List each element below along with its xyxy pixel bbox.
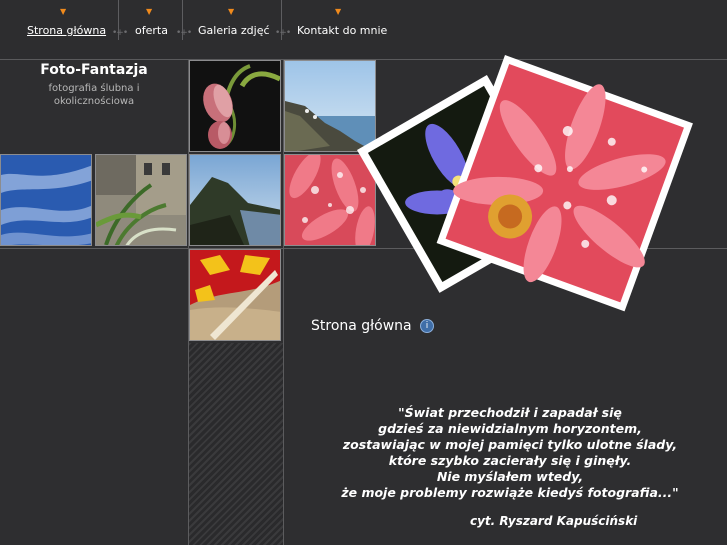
tagline-line: fotografia ślubna i bbox=[48, 83, 140, 94]
nav-item-offer[interactable]: oferta bbox=[135, 24, 168, 37]
nav-item-contact[interactable]: Kontakt do mnie bbox=[297, 24, 387, 37]
brand-block: Foto-Fantazja fotografia ślubna i okolic… bbox=[0, 60, 188, 153]
tagline-line: okolicznościowa bbox=[53, 96, 135, 107]
nav-item-gallery[interactable]: Galeria zdjęć bbox=[198, 24, 270, 37]
decorative-stripe-panel bbox=[189, 343, 283, 545]
chevron-down-icon: ▼ bbox=[60, 7, 67, 16]
nav-divider-dots: •+• bbox=[112, 28, 128, 38]
quote-line: gdzieś za niewidzialnym horyzontem, bbox=[378, 421, 642, 436]
town-photo bbox=[96, 155, 186, 245]
feature-photo-collage bbox=[355, 55, 727, 315]
quote-line: które szybko zacierały się i ginęły. bbox=[388, 453, 632, 468]
top-navigation: ▼ Strona główna •+• ▼ oferta •+• ▼ Galer… bbox=[0, 0, 727, 60]
chevron-down-icon: ▼ bbox=[335, 7, 342, 16]
sky-photo bbox=[1, 155, 91, 245]
nav-divider-dots: •+• bbox=[275, 28, 291, 38]
quote-block: "Świat przechodził i zapadał się gdzieś … bbox=[330, 405, 690, 501]
quote-line: zostawiając w mojej pamięci tylko ulotne… bbox=[342, 437, 678, 452]
quote-citation: cyt. Ryszard Kapuściński bbox=[470, 514, 638, 528]
mountain-photo bbox=[190, 155, 280, 245]
quote-line: "Świat przechodził i zapadał się bbox=[398, 405, 622, 420]
photo-thumbnail-beach[interactable] bbox=[189, 249, 281, 341]
photo-thumbnail-tulips[interactable] bbox=[189, 60, 281, 152]
quote-line: Nie myślałem wtedy, bbox=[436, 469, 584, 484]
collage-photos bbox=[357, 55, 693, 312]
tulip-photo bbox=[190, 61, 280, 151]
site-logo-title[interactable]: Foto-Fantazja bbox=[0, 62, 188, 78]
site-tagline: fotografia ślubna i okolicznościowa bbox=[0, 82, 188, 108]
photo-thumbnail-sky[interactable] bbox=[0, 154, 92, 246]
nav-divider-dots: •+• bbox=[176, 28, 192, 38]
chevron-down-icon: ▼ bbox=[146, 7, 153, 16]
quote-line: że moje problemy rozwiąże kiedyś fotogra… bbox=[341, 485, 679, 500]
beach-photo bbox=[190, 250, 280, 340]
chevron-down-icon: ▼ bbox=[228, 7, 235, 16]
info-icon[interactable]: i bbox=[420, 319, 434, 333]
page-title: Strona główna bbox=[311, 318, 412, 334]
photo-thumbnail-town[interactable] bbox=[95, 154, 187, 246]
photo-thumbnail-mountain[interactable] bbox=[189, 154, 281, 246]
nav-item-home[interactable]: Strona główna bbox=[27, 24, 106, 37]
